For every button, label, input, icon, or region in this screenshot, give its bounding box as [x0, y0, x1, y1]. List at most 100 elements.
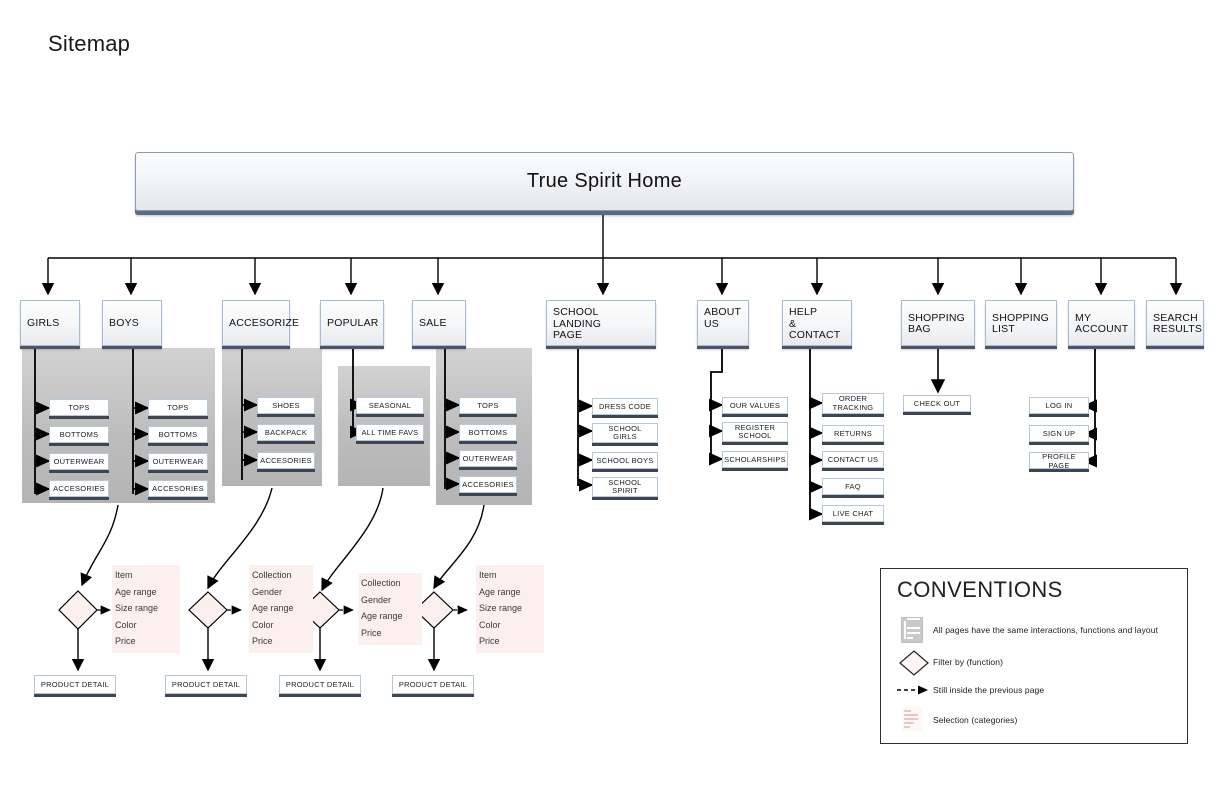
filter-item: Color	[252, 619, 274, 630]
filter-list-popular: Collection Gender Age range Price	[358, 573, 422, 645]
leaf-help-order-tracking[interactable]: ORDER TRACKING	[822, 393, 884, 414]
leaf-accesorize-accesories[interactable]: ACCESORIES	[257, 452, 315, 469]
filter-item: Color	[479, 619, 501, 630]
conventions-title: CONVENTIONS	[897, 577, 1063, 602]
node-about-us[interactable]: ABOUT US	[697, 300, 749, 346]
node-my-account-line2: ACCOUNT	[1075, 323, 1129, 335]
filter-list-sale: Item Age range Size range Color Price	[476, 565, 544, 653]
diamond-icon	[897, 649, 929, 676]
page-title: Sitemap	[48, 31, 131, 56]
leaf-help-live-chat[interactable]: LIVE CHAT	[822, 505, 884, 522]
leaf-sale-bottoms[interactable]: BOTTOMS	[459, 424, 517, 441]
leaf-account-log-in[interactable]: LOG IN	[1029, 397, 1089, 414]
dashed-arrow-icon	[897, 677, 928, 703]
leaf-about-our-values[interactable]: OUR VALUES	[722, 397, 788, 414]
filter-item: Collection	[361, 578, 401, 588]
leaf-product-detail-1[interactable]: PRODUCT DETAIL	[34, 675, 116, 694]
leaf-school-school-spirit[interactable]: SCHOOL SPIRIT	[592, 477, 658, 497]
leaf-girls-outerwear[interactable]: OUTERWEAR	[49, 453, 109, 470]
filter-item: Item	[479, 570, 497, 580]
convention-row-selection: Selection (categories)	[897, 705, 1017, 735]
filter-item: Item	[115, 570, 133, 580]
node-about-us-line1: ABOUT	[704, 306, 742, 318]
leaf-girls-bottoms[interactable]: BOTTOMS	[49, 426, 109, 443]
root-node-true-spirit-home[interactable]: True Spirit Home	[135, 152, 1074, 211]
node-accesorize-label: ACCESORIZE	[229, 317, 300, 330]
leaf-school-school-girls[interactable]: SCHOOL GIRLS	[592, 423, 658, 443]
filter-item: Price	[252, 636, 273, 646]
convention-text: All pages have the same interactions, fu…	[933, 625, 1159, 635]
conventions-legend: CONVENTIONS All pages have the same inte…	[880, 568, 1188, 744]
node-boys-label: BOYS	[109, 317, 139, 330]
leaf-girls-tops[interactable]: TOPS	[49, 399, 109, 416]
filter-item: Collection	[252, 570, 292, 580]
leaf-about-scholarships[interactable]: SCHOLARSHIPS	[722, 451, 788, 468]
filter-list-girls-boys: Item Age range Size range Color Price	[112, 565, 180, 653]
node-popular[interactable]: POPULAR	[320, 300, 384, 346]
node-search-results[interactable]: SEARCH RESULTS	[1146, 300, 1204, 346]
filter-item: Color	[115, 619, 137, 630]
leaf-product-detail-4[interactable]: PRODUCT DETAIL	[392, 675, 474, 694]
node-school-landing-line3: PAGE	[553, 329, 583, 341]
leaf-sale-tops[interactable]: TOPS	[459, 397, 517, 414]
filter-item: Gender	[361, 594, 392, 605]
leaf-accesorize-backpack[interactable]: BACKPACK	[257, 424, 315, 441]
convention-text: Still inside the previous page	[933, 685, 1045, 695]
leaf-about-register-school[interactable]: REGISTER SCHOOL	[722, 422, 788, 442]
leaf-popular-all-time-favs[interactable]: ALL TIME FAVS	[356, 424, 424, 441]
filter-item: Price	[479, 636, 500, 646]
leaf-accesorize-shoes[interactable]: SHOES	[257, 397, 315, 414]
leaf-check-out[interactable]: CHECK OUT	[903, 395, 971, 412]
convention-text: Selection (categories)	[933, 715, 1018, 725]
convention-row-dashed-arrow: Still inside the previous page	[897, 675, 1044, 705]
convention-row-page-layout: All pages have the same interactions, fu…	[897, 615, 1158, 645]
node-search-results-line2: RESULTS	[1153, 323, 1203, 335]
node-school-landing-page[interactable]: SCHOOL LANDING PAGE	[546, 300, 656, 346]
node-help-contact-line1: HELP	[789, 306, 818, 318]
leaf-boys-outerwear[interactable]: OUTERWEAR	[148, 453, 208, 470]
filter-item: Size range	[479, 603, 523, 613]
node-sale[interactable]: SALE	[412, 300, 466, 346]
filter-list-accesorize: Collection Gender Age range Color Price	[249, 565, 313, 653]
page-layout-icon	[897, 617, 927, 643]
leaf-product-detail-3[interactable]: PRODUCT DETAIL	[279, 675, 361, 694]
leaf-account-profile-page[interactable]: PROFILE PAGE	[1029, 452, 1089, 470]
node-about-us-line2: US	[704, 317, 719, 330]
leaf-boys-accesories[interactable]: ACCESORIES	[148, 480, 208, 497]
node-popular-label: POPULAR	[327, 317, 379, 330]
node-girls[interactable]: GIRLS	[20, 300, 80, 346]
leaf-popular-seasonal[interactable]: SEASONAL	[356, 397, 424, 414]
node-shopping-list-line2: LIST	[992, 323, 1015, 335]
node-shopping-bag[interactable]: SHOPPING BAG	[901, 300, 975, 346]
leaf-account-sign-up[interactable]: SIGN UP	[1029, 425, 1089, 442]
leaf-product-detail-2[interactable]: PRODUCT DETAIL	[165, 675, 247, 694]
leaf-boys-tops[interactable]: TOPS	[148, 399, 208, 416]
leaf-school-school-boys[interactable]: SCHOOL BOYS	[592, 452, 658, 469]
leaf-help-contact-us[interactable]: CONTACT US	[822, 451, 884, 468]
sitemap-canvas: Sitemap True Spirit Home GIRLS BOYS ACCE…	[0, 0, 1224, 792]
filter-item: Age range	[361, 611, 403, 621]
convention-row-filter: Filter by (function)	[897, 647, 1003, 677]
leaf-girls-accesories[interactable]: ACCESORIES	[49, 480, 109, 497]
filter-item: Age range	[252, 603, 294, 613]
leaf-help-returns[interactable]: RETURNS	[822, 425, 884, 442]
leaf-sale-outerwear[interactable]: OUTERWEAR	[459, 450, 517, 467]
node-girls-label: GIRLS	[27, 317, 60, 330]
filter-item: Age range	[479, 586, 521, 597]
leaf-boys-bottoms[interactable]: BOTTOMS	[148, 426, 208, 443]
node-accesorize[interactable]: ACCESORIZE	[222, 300, 300, 346]
node-help-contact-line3: CONTACT	[789, 329, 841, 341]
leaf-help-faq[interactable]: FAQ	[822, 478, 884, 495]
filter-item: Size range	[115, 603, 159, 613]
root-node-label: True Spirit Home	[526, 170, 683, 192]
node-boys[interactable]: BOYS	[102, 300, 162, 346]
filter-item: Gender	[252, 586, 283, 597]
filter-item: Price	[115, 636, 136, 646]
filter-item: Age range	[115, 586, 157, 597]
convention-text: Filter by (function)	[933, 657, 1004, 667]
node-shopping-list[interactable]: SHOPPING LIST	[985, 300, 1057, 346]
node-my-account[interactable]: MY ACCOUNT	[1068, 300, 1135, 346]
node-help-contact[interactable]: HELP & CONTACT	[782, 300, 852, 346]
leaf-sale-accesories[interactable]: ACCESORIES	[459, 476, 517, 493]
leaf-school-dress-code[interactable]: DRESS CODE	[592, 398, 658, 415]
